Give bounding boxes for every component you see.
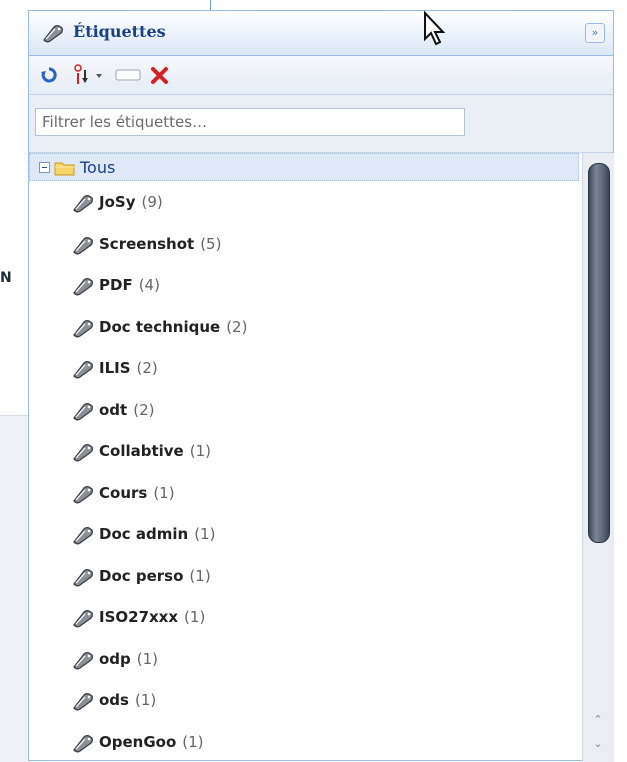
tag-count: (1): [182, 732, 204, 751]
tag-name: Doc admin (1): [99, 525, 216, 543]
tag-icon: [73, 195, 93, 213]
tag-count: (4): [138, 276, 160, 294]
panel-title: Étiquettes: [73, 22, 166, 41]
tag-count: (1): [136, 649, 159, 668]
tag-icon: [73, 236, 93, 254]
tag-name: Doc perso (1): [99, 566, 211, 585]
mouse-cursor-icon: [424, 11, 446, 46]
scroll-down-icon[interactable]: ⌄: [590, 737, 606, 751]
tag-name: odp (1): [99, 649, 159, 668]
tag-count: (1): [194, 525, 216, 543]
tag-row[interactable]: ILIS (2): [29, 350, 579, 386]
tag-count: (5): [200, 234, 222, 253]
tag-icon: [73, 278, 93, 296]
tag-row[interactable]: Collabtive (1): [29, 433, 579, 469]
tags-panel: Étiquettes » Filtrer les étiquettes… Tou…: [28, 10, 614, 762]
top-border-line: [210, 0, 211, 10]
tag-name: Cours (1): [99, 483, 175, 502]
sort-icon[interactable]: [71, 64, 105, 85]
tag-row[interactable]: OpenGoo (1): [29, 724, 579, 760]
tag-row[interactable]: Doc admin (1): [29, 516, 579, 552]
tag-name: ods (1): [99, 691, 157, 709]
tag-row[interactable]: Screenshot (5): [29, 226, 579, 262]
tree-root-all[interactable]: Tous: [29, 153, 579, 181]
tag-icon: [73, 361, 93, 379]
tag-count: (1): [189, 442, 211, 460]
background-pane: [0, 415, 28, 762]
panel-header: Étiquettes »: [29, 11, 613, 56]
tag-row[interactable]: Cours (1): [29, 475, 579, 511]
background-letter: N: [0, 270, 12, 286]
tree-root-label: Tous: [80, 158, 116, 177]
tag-row[interactable]: ISO27xxx (1): [29, 599, 579, 635]
tag-count: (2): [226, 317, 248, 336]
tag-row[interactable]: Doc perso (1): [29, 558, 579, 594]
tag-icon: [73, 402, 93, 420]
filter-tags-input[interactable]: [35, 108, 465, 136]
tag-count: (1): [189, 566, 211, 585]
tag-row[interactable]: Doc technique (2): [29, 309, 579, 345]
toolbar: [29, 56, 613, 95]
collapse-toggle-icon[interactable]: [39, 162, 50, 173]
tag-row[interactable]: PDF (4): [29, 267, 579, 303]
tag-name: odt (2): [99, 400, 155, 419]
tag-count: (9): [141, 193, 163, 211]
refresh-icon[interactable]: [39, 65, 59, 85]
tag-name: PDF (4): [99, 276, 160, 294]
tag-tree: Tous JoSy (9) Screenshot (5) PDF (4) Doc techn…: [29, 153, 581, 762]
tag-icon: [73, 693, 93, 711]
scrollbar[interactable]: ⌃ ⌄: [582, 153, 614, 762]
tag-row[interactable]: odt (2): [29, 392, 579, 428]
tag-name: Collabtive (1): [99, 442, 211, 460]
tag-icon: [43, 25, 63, 43]
tag-row[interactable]: JoSy (9): [29, 184, 579, 220]
tag-count: (1): [153, 483, 175, 502]
tag-count: (1): [134, 691, 157, 709]
tag-icon: [73, 734, 93, 752]
double-chevron-icon[interactable]: »: [585, 23, 605, 43]
scroll-up-icon[interactable]: ⌃: [590, 713, 606, 727]
tag-icon: [73, 527, 93, 545]
tag-icon: [73, 319, 93, 337]
tag-icon: [73, 444, 93, 462]
filter-bar: [29, 95, 613, 153]
tag-icon: [73, 485, 93, 503]
tag-icon: [73, 651, 93, 669]
scrollbar-thumb[interactable]: [588, 163, 610, 543]
tag-count: (1): [184, 608, 206, 626]
tag-name: Doc technique (2): [99, 317, 248, 336]
tag-name: Screenshot (5): [99, 234, 222, 253]
tag-icon: [73, 610, 93, 628]
folder-icon: [54, 162, 75, 176]
rename-icon[interactable]: [115, 65, 141, 85]
tag-name: ISO27xxx (1): [99, 608, 206, 626]
tag-name: OpenGoo (1): [99, 732, 204, 751]
tag-row[interactable]: odp (1): [29, 641, 579, 677]
tag-count: (2): [133, 400, 155, 419]
tag-name: ILIS (2): [99, 359, 158, 377]
tag-count: (2): [136, 359, 158, 377]
tag-icon: [73, 568, 93, 586]
delete-icon[interactable]: [149, 65, 171, 85]
tag-name: JoSy (9): [99, 193, 163, 211]
tag-row[interactable]: ods (1): [29, 682, 579, 718]
